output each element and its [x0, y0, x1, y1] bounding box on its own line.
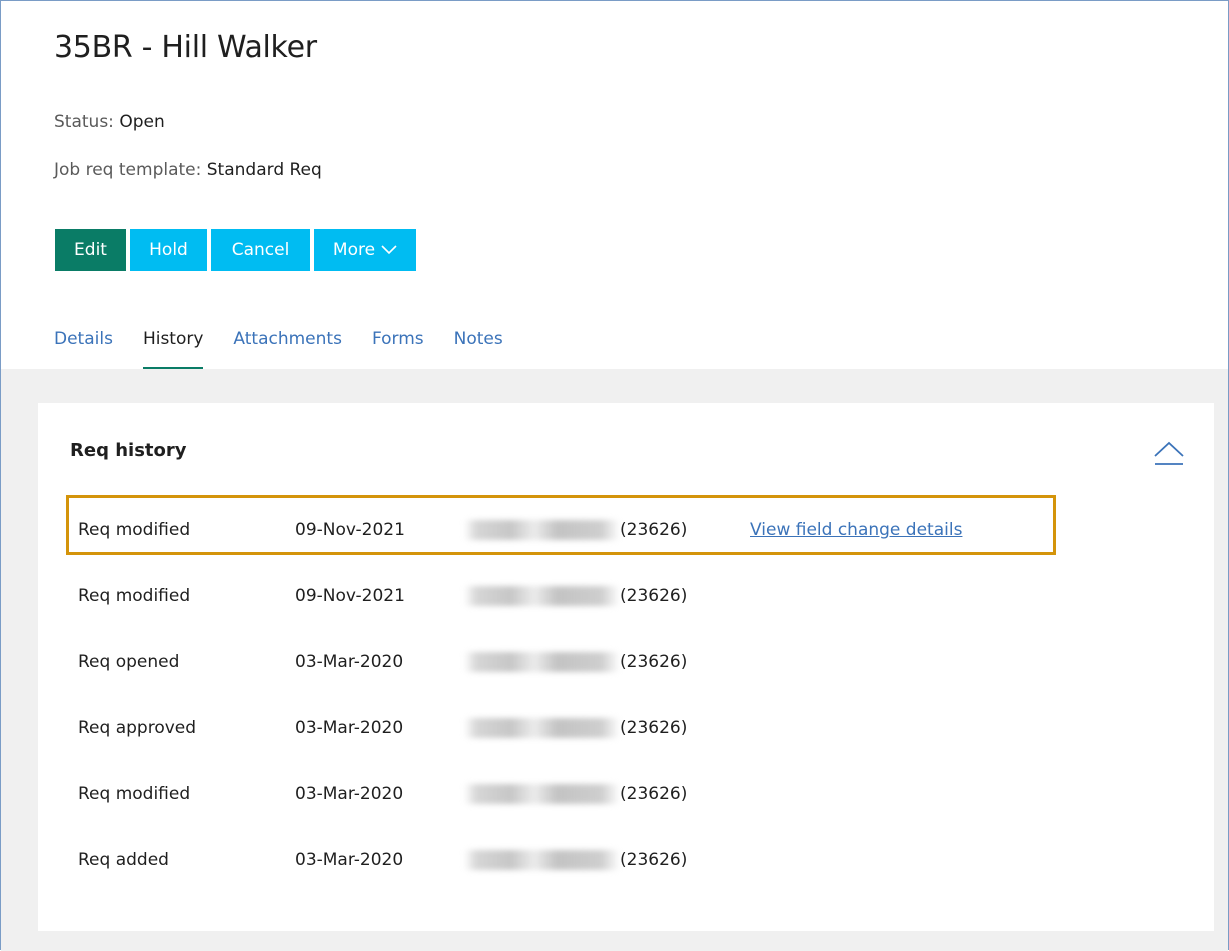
user-id: (23626): [620, 784, 688, 804]
view-field-change-details-link[interactable]: View field change details: [750, 520, 962, 540]
history-row: Req modified 09-Nov-2021 (23626): [38, 564, 1214, 630]
history-event: Req modified: [78, 520, 191, 540]
edit-button[interactable]: Edit: [55, 229, 126, 271]
history-event: Req modified: [78, 586, 191, 606]
user-id: (23626): [620, 586, 688, 606]
action-toolbar: Edit Hold Cancel More: [55, 229, 416, 271]
status-value: Open: [119, 112, 165, 132]
history-user: (23626): [464, 784, 687, 804]
history-row: Req approved 03-Mar-2020 (23626): [38, 696, 1214, 762]
history-user: (23626): [464, 586, 687, 606]
hold-button[interactable]: Hold: [130, 229, 207, 271]
history-event: Req opened: [78, 652, 180, 672]
redacted-name: [464, 850, 620, 870]
chevron-up-icon: [1154, 441, 1184, 465]
tab-details[interactable]: Details: [54, 328, 113, 370]
redacted-name: [464, 784, 620, 804]
tab-forms[interactable]: Forms: [372, 328, 424, 370]
card-title: Req history: [70, 440, 187, 461]
tab-notes[interactable]: Notes: [454, 328, 503, 370]
tab-history[interactable]: History: [142, 328, 204, 370]
history-date: 09-Nov-2021: [295, 586, 405, 606]
history-row: Req added 03-Mar-2020 (23626): [38, 828, 1214, 894]
tab-bar: Details History Attachments Forms Notes: [54, 328, 533, 370]
history-user: (23626): [464, 718, 687, 738]
status-label: Status:: [54, 112, 114, 132]
redacted-name: [464, 718, 620, 738]
collapse-button[interactable]: [1152, 439, 1186, 467]
history-row: Req modified 03-Mar-2020 (23626): [38, 762, 1214, 828]
history-user: (23626): [464, 850, 687, 870]
history-event: Req approved: [78, 718, 197, 738]
user-id: (23626): [620, 520, 688, 540]
history-event: Req modified: [78, 784, 191, 804]
tab-attachments[interactable]: Attachments: [233, 328, 342, 370]
redacted-name: [464, 586, 620, 606]
status-line: Status: Open: [54, 112, 165, 132]
history-row: Req opened 03-Mar-2020 (23626): [38, 630, 1214, 696]
user-id: (23626): [620, 718, 688, 738]
history-date: 03-Mar-2020: [295, 784, 404, 804]
page-title: 35BR - Hill Walker: [54, 30, 317, 65]
template-value: Standard Req: [206, 160, 322, 180]
cancel-button[interactable]: Cancel: [211, 229, 310, 271]
more-button-label: More: [332, 240, 376, 260]
history-date: 09-Nov-2021: [295, 520, 405, 540]
history-user: (23626): [464, 520, 687, 540]
history-list: Req modified 09-Nov-2021 (23626) View fi…: [38, 498, 1214, 894]
template-label: Job req template:: [54, 160, 202, 180]
req-history-card: Req history Req modified 09-Nov-2021 (23…: [38, 403, 1214, 931]
history-user: (23626): [464, 652, 687, 672]
chevron-down-icon: [381, 245, 397, 255]
redacted-name: [464, 520, 620, 540]
history-event: Req added: [78, 850, 169, 870]
history-row: Req modified 09-Nov-2021 (23626) View fi…: [38, 498, 1214, 564]
user-id: (23626): [620, 850, 688, 870]
history-date: 03-Mar-2020: [295, 850, 404, 870]
req-header: 35BR - Hill Walker Status: Open Job req …: [1, 1, 1228, 370]
history-date: 03-Mar-2020: [295, 652, 404, 672]
template-line: Job req template: Standard Req: [54, 160, 322, 180]
redacted-name: [464, 652, 620, 672]
user-id: (23626): [620, 652, 688, 672]
history-date: 03-Mar-2020: [295, 718, 404, 738]
more-button[interactable]: More: [314, 229, 416, 271]
